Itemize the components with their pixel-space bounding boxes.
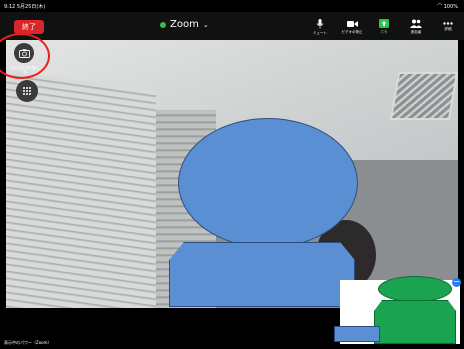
main-video-feed[interactable] <box>6 40 458 308</box>
toolbar-buttons: ミュート ビデオの停止 共有 参加者 詳細 <box>304 14 464 40</box>
share-screen-icon <box>379 19 389 28</box>
participants-icon <box>410 19 422 28</box>
meeting-title-text: Zoom <box>170 19 199 30</box>
bottom-status: 表示中のパワー（Zoom） <box>4 340 52 345</box>
more-icon <box>443 22 453 25</box>
self-view-thumbnail[interactable]: − <box>334 276 461 344</box>
self-name-plate <box>334 326 380 342</box>
stop-video-label: ビデオの停止 <box>341 29 363 34</box>
wifi-icon: ⌒ <box>437 4 443 10</box>
participants-button[interactable]: 参加者 <box>400 14 432 40</box>
battery-level: 100% <box>443 4 458 10</box>
battery-indicator: ⌒ 100% <box>437 3 458 10</box>
secure-status-icon <box>160 21 166 28</box>
window-blinds <box>6 70 156 308</box>
more-button[interactable]: 詳細 <box>432 14 464 40</box>
status-time: 9:12 5月25日(木) <box>4 4 46 10</box>
meeting-toolbar: 終了 Zoom ⌄ ミュート ビデオの停止 共有 参加者 詳細 <box>0 12 464 40</box>
meeting-title[interactable]: Zoom ⌄ <box>160 19 209 30</box>
chevron-down-icon: ⌄ <box>202 20 209 29</box>
end-meeting-button[interactable]: 終了 <box>14 20 44 34</box>
participant-head-placeholder <box>178 118 358 248</box>
stop-video-button[interactable]: ビデオの停止 <box>336 14 368 40</box>
more-label: 詳細 <box>444 27 452 31</box>
share-button[interactable]: 共有 <box>368 14 400 40</box>
ceiling-vent <box>389 72 458 120</box>
status-bar: 9:12 5月25日(木) ⌒ 100% <box>0 0 464 12</box>
microphone-icon <box>316 18 324 28</box>
mute-label: ミュート <box>313 30 327 35</box>
participant-body-placeholder <box>169 242 355 307</box>
keypad-button[interactable] <box>16 80 38 102</box>
share-label: 共有 <box>380 30 388 34</box>
self-body-placeholder <box>374 300 456 344</box>
self-head-placeholder <box>378 276 452 302</box>
minimize-icon[interactable]: − <box>452 278 461 287</box>
mute-button[interactable]: ミュート <box>304 14 336 40</box>
participants-label: 参加者 <box>410 30 422 34</box>
keypad-icon <box>23 87 31 95</box>
video-camera-icon <box>346 20 358 27</box>
